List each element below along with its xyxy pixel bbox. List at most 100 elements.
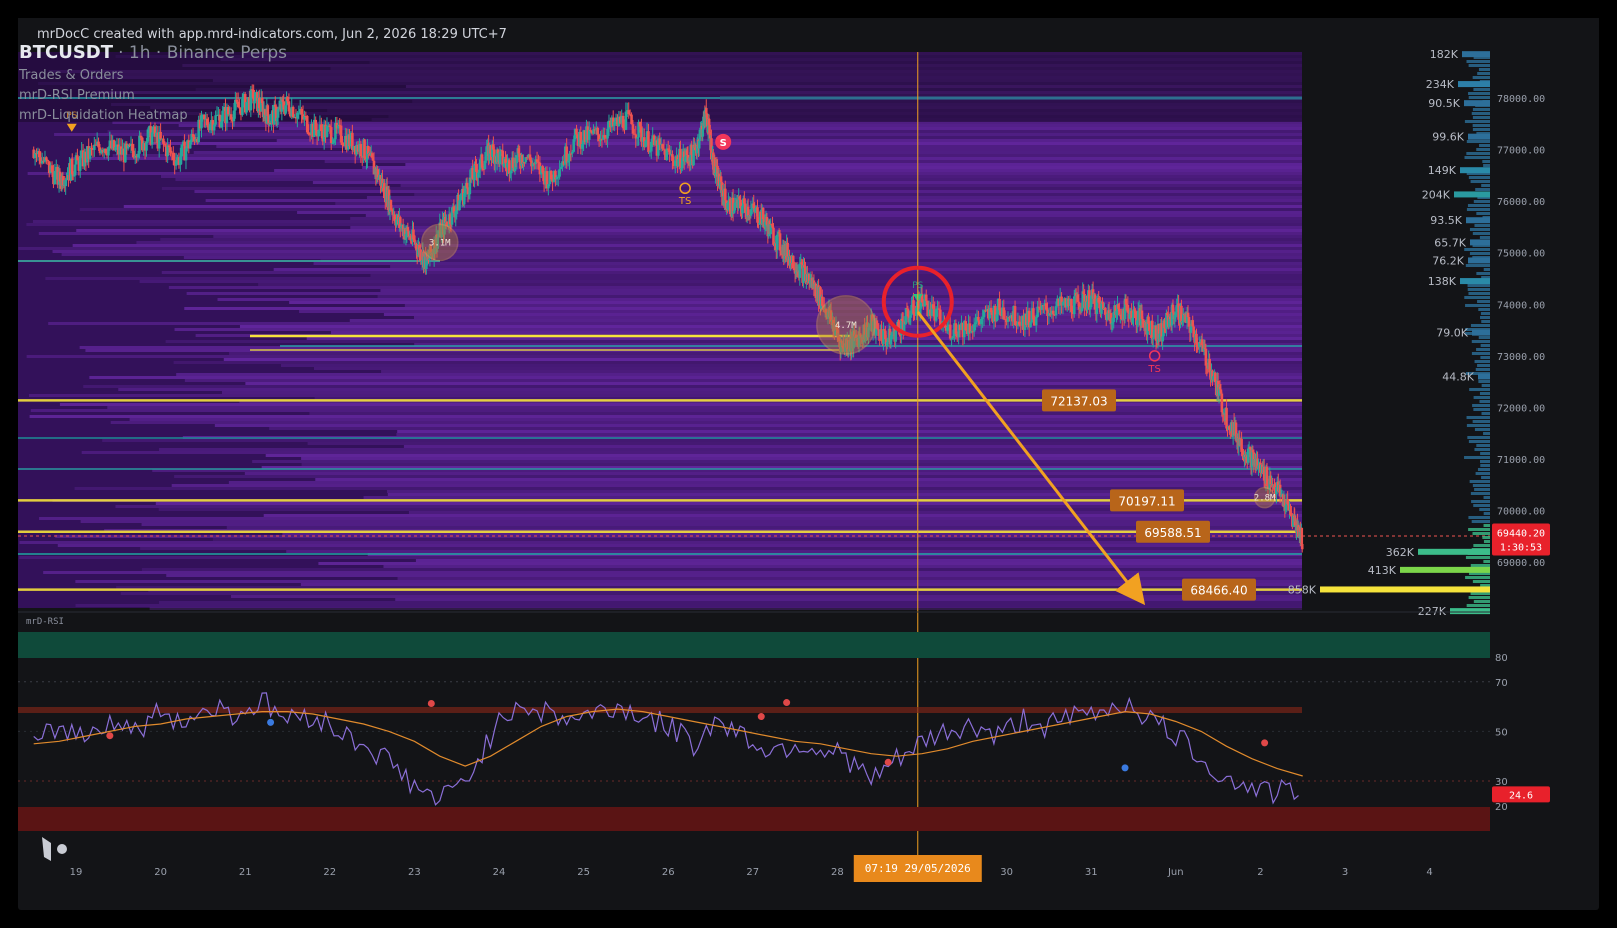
volume-profile-bar [1454, 191, 1490, 198]
price-candle [370, 153, 374, 158]
volume-profile-bar [1320, 586, 1490, 593]
price-candle [613, 121, 616, 126]
price-axis-tick: 75000.00 [1497, 249, 1545, 260]
price-candle [465, 182, 469, 188]
volume-profile-bar [1473, 88, 1490, 91]
volume-profile-bar [1479, 236, 1490, 239]
price-candle [647, 131, 650, 153]
volume-profile-bar [1464, 156, 1490, 159]
volume-profile-bar [1468, 257, 1490, 264]
volume-profile-label: 149K [1428, 164, 1457, 177]
price-candle [662, 148, 666, 150]
volume-profile-bar [1474, 448, 1490, 451]
volume-profile-bar [1468, 528, 1490, 531]
price-candle [977, 316, 980, 321]
volume-profile-bar [1476, 212, 1490, 215]
volume-profile-bar [1473, 408, 1490, 411]
time-axis[interactable]: 19 20 21 22 23 24 25 26 27 28 30 31 Jun 2 3 407:19 29/0… [70, 855, 1433, 882]
volume-profile-bar [1465, 576, 1490, 579]
volume-profile-bar [1483, 560, 1490, 563]
volume-profile-bar [1477, 300, 1490, 303]
price-candle [1002, 307, 1006, 319]
volume-profile-bar [1400, 566, 1490, 573]
volume-profile-bar [1476, 444, 1490, 447]
price-candle [671, 154, 674, 161]
volume-profile-bar [1475, 188, 1490, 191]
price-candle [276, 108, 280, 118]
rsi-axis-tick: 70 [1495, 678, 1508, 689]
tradingview-logo-icon[interactable] [41, 835, 71, 863]
price-candle [1061, 301, 1065, 306]
price-candle [565, 146, 568, 163]
price-candle [559, 166, 563, 170]
price-candle [549, 170, 553, 180]
time-axis-tick: 24 [493, 867, 506, 878]
price-candle [924, 294, 928, 301]
rsi-divergence-dot [1121, 764, 1129, 772]
volume-profile-label: 182K [1430, 48, 1459, 61]
volume-profile-bar [1468, 133, 1490, 140]
volume-profile-bar [1473, 200, 1490, 203]
volume-profile-bar [1480, 452, 1490, 455]
volume-profile-bar [1483, 496, 1490, 499]
chart-canvas[interactable]: 3.1M4.7M2.8M STSTSPSPS 72137.0370197.116… [0, 0, 1617, 928]
time-axis-tick: 3 [1342, 867, 1348, 878]
volume-profile-bar [1478, 308, 1490, 311]
volume-profile-bar [1472, 232, 1490, 235]
rsi-divergence-dot [1261, 739, 1269, 747]
price-candle [78, 156, 82, 171]
volume-profile-bar [1468, 64, 1490, 67]
time-axis-tick: 23 [408, 867, 421, 878]
volume-profile-bar [1471, 340, 1490, 343]
price-axis-tick: 78000.00 [1497, 94, 1545, 105]
price-candle [46, 160, 50, 162]
price-axis[interactable]: 78000.00 77000.00 76000.00 75000.00 74000.00… [1492, 94, 1550, 569]
price-candle [325, 125, 329, 137]
volume-profile-bar [1481, 412, 1490, 415]
volume-profile-bar [1469, 480, 1490, 483]
volume-profile-bar [1472, 580, 1490, 583]
volume-profile-bar [1476, 148, 1490, 151]
volume-profile-bar [1477, 72, 1490, 75]
volume-profile-bar [1466, 140, 1490, 143]
price-candle [937, 308, 941, 310]
volume-profile-bar [1472, 116, 1490, 119]
volume-profile-bar [1480, 312, 1490, 315]
volume-profile-bar [1466, 424, 1490, 427]
volume-profile-bar [1481, 320, 1490, 323]
volume-profile-bar [1480, 356, 1490, 359]
volume-profile-bar [1466, 60, 1490, 63]
price-candle [627, 110, 631, 115]
rsi-ma-line [33, 708, 1303, 777]
volume-profile-bar [1469, 252, 1490, 255]
price-candle [1051, 310, 1055, 314]
volume-profile-bar [1475, 368, 1490, 371]
liquidation-heatmap [18, 52, 1490, 610]
volume-profile-bar [1468, 516, 1490, 519]
volume-profile-label: 76.2K [1432, 254, 1464, 267]
price-candle [566, 160, 570, 163]
price-candle [668, 149, 671, 155]
volume-profile-bar [1474, 488, 1490, 491]
volume-profile-bar [1472, 76, 1490, 79]
price-candle [989, 308, 993, 313]
rsi-axis-tick: 30 [1495, 777, 1508, 788]
time-axis-tick: 26 [662, 867, 675, 878]
time-axis-tick: 22 [323, 867, 336, 878]
volume-profile-bar [1467, 284, 1490, 287]
volume-profile-label: 99.6K [1432, 131, 1464, 144]
price-candle [1208, 358, 1211, 373]
volume-profile-bar [1473, 504, 1490, 507]
price-candle [253, 100, 256, 104]
volume-profile-bar [1483, 512, 1490, 515]
price-candle [912, 300, 915, 314]
volume-profile-bar [1468, 92, 1490, 95]
volume-profile-bar [1466, 217, 1490, 224]
volume-profile-bar [1472, 128, 1490, 131]
time-axis-tick: Jun [1167, 867, 1184, 878]
rsi-pane: mrD-RSI 80 70 50 30 2024.6 [18, 611, 1550, 831]
volume-profile-bar [1475, 472, 1490, 475]
volume-profile-bar [1466, 208, 1490, 211]
price-candle [979, 318, 983, 325]
rsi-divergence-dot [783, 699, 791, 707]
